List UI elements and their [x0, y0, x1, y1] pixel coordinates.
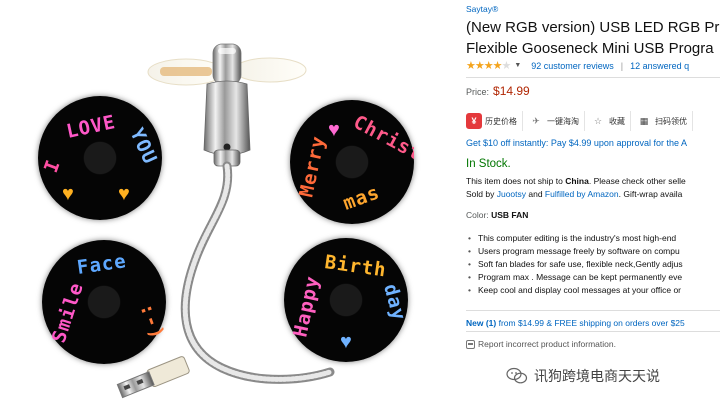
- product-title-line: (New RGB version) USB LED RGB Pr: [466, 19, 720, 36]
- led-text-line: Christ: [350, 111, 414, 165]
- price-label: Price:: [466, 87, 490, 97]
- browser-extension-toolbar: ¥ 历史价格 ✈ 一键海淘 ☆ 收藏 ▦ 扫码领优: [466, 110, 693, 132]
- led-fan-love: I LOVE YOU ♥ ♥: [38, 96, 162, 220]
- star-rating[interactable]: ★★★★★: [466, 59, 511, 72]
- star-icon: ★★★★: [466, 60, 502, 72]
- led-fan-birthday: Happy Birth day ♥: [284, 238, 408, 362]
- watermark: 讯狗跨境电商天天说: [506, 366, 660, 386]
- color-value: USB FAN: [491, 210, 529, 220]
- heart-icon: ♥: [62, 183, 74, 205]
- led-text-line: YOU: [125, 125, 161, 168]
- divider: [466, 310, 720, 311]
- led-text-line: Merry: [295, 134, 329, 199]
- product-title: (New RGB version) USB LED RGB Pr Flexibl…: [466, 17, 720, 59]
- ship-country: China: [565, 176, 589, 186]
- product-image[interactable]: I LOVE YOU ♥ ♥ Merry ♥ Christ mas Smile …: [0, 0, 458, 407]
- new-offer: New (1) from $14.99 & FREE shipping on o…: [466, 318, 685, 328]
- report-icon: [466, 339, 475, 349]
- feature-bullet: Keep cool and display cool messages at y…: [466, 284, 683, 297]
- separator: |: [620, 60, 624, 71]
- color-label: Color:: [466, 210, 489, 220]
- feature-bullets: This computer editing is the industry's …: [466, 232, 683, 297]
- star-icon: ☆: [593, 116, 603, 126]
- sold-by-text: and: [526, 189, 545, 199]
- heart-icon: ♥: [118, 183, 130, 205]
- feature-bullet: Users program message freely by software…: [466, 245, 683, 258]
- shipping-text: This item does not ship to: [466, 176, 566, 186]
- led-text-line: mas: [340, 181, 383, 214]
- feature-bullet: Soft fan blades for safe use, flexible n…: [466, 258, 683, 271]
- ratings-row: ★★★★★ ▼ 92 customer reviews | 12 answere…: [466, 59, 689, 72]
- qr-code-icon: ▦: [639, 116, 649, 126]
- divider: [466, 77, 720, 78]
- favorite-button[interactable]: ☆ 收藏: [585, 111, 631, 131]
- customer-reviews-link[interactable]: 92 customer reviews: [531, 61, 614, 71]
- led-text-line: :-): [135, 300, 166, 343]
- brand-link[interactable]: Saytay®: [466, 4, 498, 14]
- promo-offer-link[interactable]: Get $10 off instantly: Pay $4.99 upon ap…: [466, 138, 687, 148]
- airplane-icon: ✈: [532, 116, 540, 126]
- product-details: Saytay® (New RGB version) USB LED RGB Pr…: [466, 0, 720, 407]
- led-text-line: Happy: [289, 274, 323, 339]
- chevron-down-icon[interactable]: ▼: [514, 62, 521, 69]
- haitao-button[interactable]: ✈ 一键海淘: [523, 111, 585, 131]
- shipping-text: . Please check other selle: [588, 176, 686, 186]
- new-offers-link[interactable]: New (1): [466, 318, 496, 328]
- led-fan-smile: Smile Face :-): [42, 240, 166, 364]
- qr-coupon-button[interactable]: ▦ 扫码领优: [631, 111, 693, 131]
- new-offer-text[interactable]: from $14.99 & FREE shipping on orders ov…: [496, 318, 685, 328]
- stock-status: In Stock.: [466, 158, 511, 170]
- report-label: Report incorrect product information.: [478, 339, 616, 349]
- tool-label: 一键海淘: [547, 116, 579, 126]
- led-text-line: Birth: [323, 251, 388, 281]
- sold-by-text: Sold by: [466, 189, 497, 199]
- heart-icon: ♥: [340, 331, 352, 353]
- led-text-line: day: [379, 282, 408, 324]
- led-text-line: I: [40, 156, 65, 175]
- feature-bullet: Program max . Message can be kept perman…: [466, 271, 683, 284]
- led-text-line: Face: [76, 250, 128, 279]
- tool-label: 收藏: [609, 116, 625, 126]
- sold-by-line: Sold by Juootsy and Fulfilled by Amazon.…: [466, 189, 682, 199]
- seller-link[interactable]: Juootsy: [497, 189, 526, 199]
- led-fan-christmas: Merry ♥ Christ mas: [290, 100, 414, 224]
- wechat-icon: [506, 367, 528, 384]
- tool-label: 扫码领优: [655, 116, 687, 126]
- price-value: $14.99: [493, 84, 530, 98]
- shipping-notice: This item does not ship to China. Please…: [466, 176, 686, 186]
- divider: [466, 331, 720, 332]
- led-text-line: LOVE: [64, 111, 117, 143]
- price-history-button[interactable]: ¥ 历史价格: [466, 111, 523, 131]
- price-row: Price: $14.99: [466, 84, 530, 98]
- color-selector: Color: USB FAN: [466, 210, 528, 220]
- report-incorrect-info-link[interactable]: Report incorrect product information.: [466, 339, 616, 349]
- watermark-text: 讯狗跨境电商天天说: [534, 368, 660, 384]
- tool-label: 历史价格: [485, 116, 517, 126]
- led-text-line: Smile: [48, 280, 88, 346]
- feature-bullet: This computer editing is the industry's …: [466, 232, 683, 245]
- price-history-icon: ¥: [466, 113, 482, 129]
- product-title-line: Flexible Gooseneck Mini USB Progra: [466, 40, 714, 57]
- sold-by-text: . Gift-wrap availa: [618, 189, 683, 199]
- heart-icon: ♥: [328, 119, 340, 141]
- answered-questions-link[interactable]: 12 answered q: [630, 61, 689, 71]
- fulfilled-by-amazon-link[interactable]: Fulfilled by Amazon: [545, 189, 619, 199]
- star-half-icon: ★: [501, 60, 511, 72]
